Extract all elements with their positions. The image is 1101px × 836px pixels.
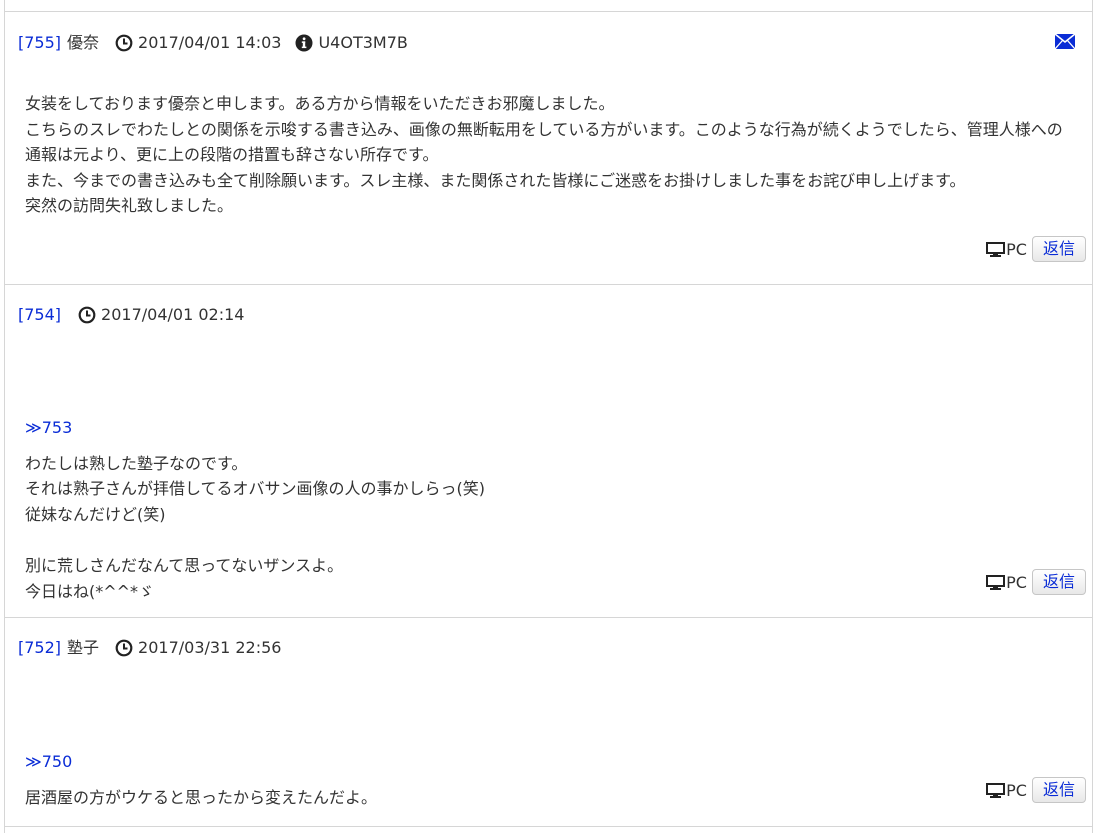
reply-button[interactable]: 返信 xyxy=(1031,569,1086,595)
post-header: [752] 塾子 2017/03/31 22:56 xyxy=(18,638,295,658)
post-text: 居酒屋の方がウケると思ったから変えたんだよ。 xyxy=(25,787,378,807)
clock-icon xyxy=(78,306,96,324)
post-date: 2017/04/01 14:03 xyxy=(138,33,282,52)
post-body: ≫753 わたしは熟した塾子なのです。 それは熟子さんが拝借してるオバサン画像の人… xyxy=(25,364,1078,630)
post-number[interactable]: [754] xyxy=(18,305,61,325)
post-number[interactable]: [752] xyxy=(18,638,61,658)
device-label: PC xyxy=(1006,572,1027,592)
thread-container: [755] 優奈 2017/04/01 14:03 U4OT3M7B 女装をして… xyxy=(4,0,1093,833)
post-author: 塾子 xyxy=(67,638,100,657)
post-footer: PC 返信 xyxy=(986,569,1086,595)
post-header: [754] 2017/04/01 02:14 xyxy=(18,305,258,325)
device-label: PC xyxy=(1006,780,1027,800)
divider xyxy=(5,826,1092,827)
post-body: 女装をしております優奈と申します。ある方から情報をいただきお邪魔しました。 こち… xyxy=(25,94,1063,216)
info-icon xyxy=(295,34,313,52)
monitor-icon xyxy=(986,574,1006,590)
monitor-icon xyxy=(986,782,1006,798)
post-755: [755] 優奈 2017/04/01 14:03 U4OT3M7B 女装をして… xyxy=(5,12,1092,285)
post-number[interactable]: [755] xyxy=(18,33,61,53)
post-text: わたしは熟した塾子なのです。 それは熟子さんが拝借してるオバサン画像の人の事かし… xyxy=(25,453,486,601)
clock-icon xyxy=(115,639,133,657)
monitor-icon xyxy=(986,241,1006,257)
post-date: 2017/04/01 02:14 xyxy=(101,305,245,324)
post-754: [754] 2017/04/01 02:14 ≫753 わたしは熟した塾子なのです… xyxy=(5,284,1092,618)
post-footer: PC 返信 xyxy=(986,236,1086,262)
reply-button[interactable]: 返信 xyxy=(1031,236,1086,262)
clock-icon xyxy=(115,34,133,52)
user-id: U4OT3M7B xyxy=(318,33,408,52)
reply-anchor-link[interactable]: ≫750 xyxy=(25,749,1078,775)
reply-button[interactable]: 返信 xyxy=(1031,777,1086,803)
mail-icon[interactable] xyxy=(1054,33,1076,50)
post-body: ≫750 居酒屋の方がウケると思ったから変えたんだよ。 xyxy=(25,698,1078,836)
reply-anchor-link[interactable]: ≫753 xyxy=(25,415,1078,441)
post-header: [755] 優奈 2017/04/01 14:03 U4OT3M7B xyxy=(18,33,408,53)
device-indicator: PC xyxy=(986,573,1027,592)
device-indicator: PC xyxy=(986,240,1027,259)
post-date: 2017/03/31 22:56 xyxy=(138,638,282,657)
post-author: 優奈 xyxy=(67,33,100,52)
post-footer: PC 返信 xyxy=(986,777,1086,803)
post-752: [752] 塾子 2017/03/31 22:56 ≫750 居酒屋の方がウケると… xyxy=(5,617,1092,826)
device-indicator: PC xyxy=(986,781,1027,800)
device-label: PC xyxy=(1006,239,1027,259)
